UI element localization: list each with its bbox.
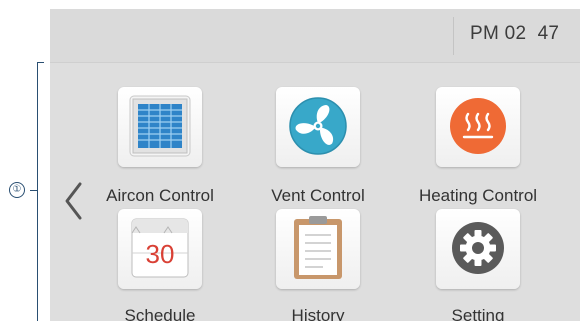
setting-label: Setting bbox=[451, 306, 505, 321]
heat-waves-icon bbox=[450, 98, 506, 154]
vent-control-button[interactable] bbox=[276, 87, 360, 167]
heating-control-button[interactable] bbox=[436, 87, 520, 167]
history-button[interactable] bbox=[276, 209, 360, 289]
calendar-icon: 30 bbox=[131, 218, 189, 278]
setting-button[interactable] bbox=[436, 209, 520, 289]
schedule-button[interactable]: 30 bbox=[118, 209, 202, 289]
gear-icon bbox=[452, 222, 504, 274]
schedule-label: Schedule bbox=[124, 306, 196, 321]
heating-control-label: Heating Control bbox=[418, 186, 538, 205]
header-bar: PM 02 47 bbox=[50, 9, 580, 63]
clipboard-icon bbox=[294, 216, 342, 279]
fan-icon bbox=[289, 97, 347, 155]
aircon-cassette-icon bbox=[129, 95, 191, 157]
clock: PM 02 47 bbox=[470, 23, 560, 44]
menu-panel: Aircon Control Vent Control Heating Cont… bbox=[50, 63, 580, 321]
vent-control-label: Vent Control bbox=[271, 186, 365, 205]
annotation-marker: ① bbox=[9, 182, 25, 198]
aircon-control-button[interactable] bbox=[118, 87, 202, 167]
calendar-day: 30 bbox=[146, 239, 175, 269]
annotation-tick bbox=[30, 190, 38, 191]
annotation-bracket bbox=[37, 62, 44, 321]
controller-screen: PM 02 47 Aircon Control Vent Control Hea… bbox=[50, 9, 580, 321]
aircon-control-label: Aircon Control bbox=[106, 186, 214, 205]
history-label: History bbox=[291, 306, 345, 321]
header-divider bbox=[453, 17, 454, 55]
